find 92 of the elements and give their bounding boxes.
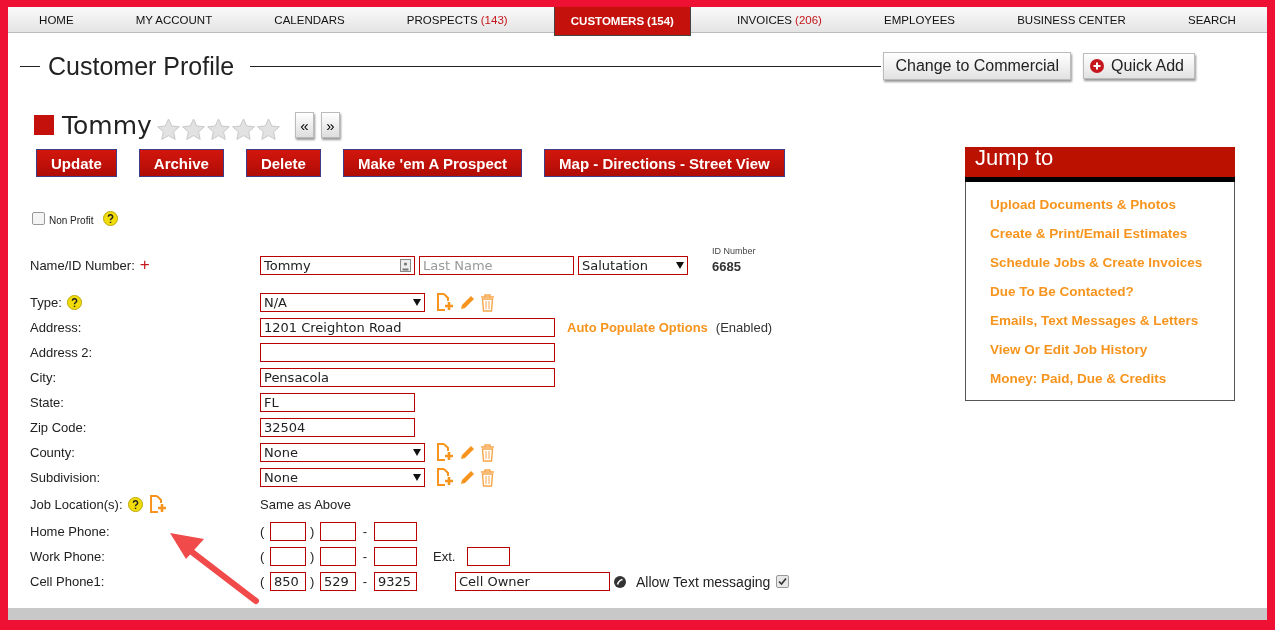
text-field[interactable]: 32504	[260, 418, 415, 437]
field-label: Work Phone:	[30, 549, 105, 564]
page-title: Customer Profile	[48, 51, 235, 81]
prefix-field[interactable]	[320, 547, 356, 566]
change-to-commercial-button[interactable]: Change to Commercial	[883, 52, 1072, 80]
field-label: County:	[30, 445, 75, 460]
line-number-field[interactable]	[374, 547, 417, 566]
action-button[interactable]: Delete	[245, 149, 321, 177]
nav-tab[interactable]: MY ACCOUNT	[119, 7, 229, 32]
area-code-field[interactable]	[270, 522, 306, 541]
customer-marker	[34, 115, 54, 135]
parenthesis: (	[260, 574, 266, 589]
field-label: Subdivision:	[30, 470, 101, 485]
dropdown-select[interactable]: None	[260, 443, 425, 462]
salutation-select[interactable]: Salutation	[578, 255, 688, 275]
action-button[interactable]: Update	[36, 149, 117, 177]
dropdown-caret-icon	[413, 299, 421, 306]
field-label: Cell Phone1:	[30, 574, 105, 589]
star-rating[interactable]	[155, 118, 281, 142]
dropdown-caret-icon	[413, 474, 421, 481]
plus-circle-icon	[1090, 59, 1105, 73]
parenthesis: )	[310, 574, 316, 589]
prefix-field[interactable]	[320, 522, 356, 541]
field-label: State:	[30, 395, 64, 410]
action-button[interactable]: Make 'em A Prospect	[342, 149, 523, 177]
text-field[interactable]: 1201 Creighton Road	[260, 318, 555, 337]
parenthesis: )	[310, 549, 316, 564]
field-label: Type:	[30, 295, 62, 310]
help-icon[interactable]	[127, 497, 143, 512]
area-code-field[interactable]	[270, 547, 306, 566]
line-number-field[interactable]	[374, 522, 417, 541]
customer-name: Tommy	[62, 110, 152, 140]
field-label: Home Phone:	[30, 524, 110, 539]
first-name-field[interactable]: Tommy	[260, 255, 415, 275]
last-name-field[interactable]: Last Name	[419, 255, 574, 275]
nav-tab[interactable]: SEARCH	[1171, 7, 1252, 32]
next-button[interactable]: »	[320, 112, 340, 138]
parenthesis: (	[260, 549, 266, 564]
star-icon	[205, 118, 231, 142]
area-code-field[interactable]: 850	[270, 572, 306, 591]
field-label: Job Location(s):	[30, 497, 123, 512]
dash: -	[361, 549, 369, 564]
dropdown-caret-icon	[676, 261, 684, 269]
dropdown-select[interactable]: N/A	[260, 293, 425, 312]
text-field[interactable]: FL	[260, 393, 415, 412]
extension-label: Ext.	[433, 549, 456, 564]
nav-tab[interactable]: CUSTOMERS (154)	[553, 7, 691, 36]
dash: -	[361, 574, 369, 589]
nav-tab[interactable]: PROSPECTS (143)	[390, 7, 524, 32]
non-profit-checkbox[interactable]	[32, 212, 45, 225]
quick-add-button[interactable]: Quick Add	[1083, 53, 1195, 79]
nav-tab[interactable]: INVOICES (206)	[721, 7, 838, 32]
field-label: City:	[30, 370, 56, 385]
field-label: Address:	[30, 320, 82, 335]
allow-text-label: Allow Text messaging	[636, 573, 771, 590]
field-label: Zip Code:	[30, 420, 87, 435]
parenthesis: (	[260, 524, 266, 539]
dropdown-select[interactable]: None	[260, 468, 425, 487]
action-button[interactable]: Archive	[138, 149, 224, 177]
contact-card-icon	[400, 258, 411, 272]
nav-tab[interactable]: BUSINESS CENTER	[1001, 7, 1142, 32]
prefix-field[interactable]: 529	[320, 572, 356, 591]
dash: -	[361, 524, 369, 539]
previous-button[interactable]: «	[294, 112, 314, 138]
text-field[interactable]	[260, 343, 555, 362]
star-icon	[230, 118, 256, 142]
field-label: Name/ID Number:	[30, 257, 135, 273]
status-note: (Enabled)	[715, 320, 773, 335]
help-icon[interactable]	[103, 211, 119, 226]
parenthesis: )	[310, 524, 316, 539]
line-number-field[interactable]: 9325	[374, 572, 417, 591]
cell-owner-field[interactable]: Cell Owner	[455, 572, 610, 591]
nav-tab[interactable]: CALENDARS	[258, 7, 361, 32]
star-icon	[155, 118, 181, 142]
extension-field[interactable]	[467, 547, 511, 566]
jump-to-title: Jump to	[975, 147, 1054, 169]
required-mark: +	[139, 255, 150, 275]
id-number-value: 6685	[712, 259, 742, 274]
action-button[interactable]: Map - Directions - Street View	[544, 149, 785, 177]
phone-circle-icon[interactable]	[614, 575, 626, 588]
job-location-value: Same as Above	[260, 497, 352, 512]
dropdown-caret-icon	[413, 449, 421, 456]
nav-tab[interactable]: EMPLOYEES	[868, 7, 971, 32]
id-number-label: ID Number	[712, 246, 756, 256]
field-label: Address 2:	[30, 345, 93, 360]
non-profit-label: Non Profit	[49, 215, 94, 226]
text-field[interactable]: Pensacola	[260, 368, 555, 387]
allow-text-checkbox[interactable]	[776, 575, 790, 588]
nav-tab[interactable]: HOME	[23, 7, 90, 32]
star-icon	[255, 118, 281, 142]
help-icon[interactable]	[66, 295, 82, 310]
star-icon	[180, 118, 206, 142]
